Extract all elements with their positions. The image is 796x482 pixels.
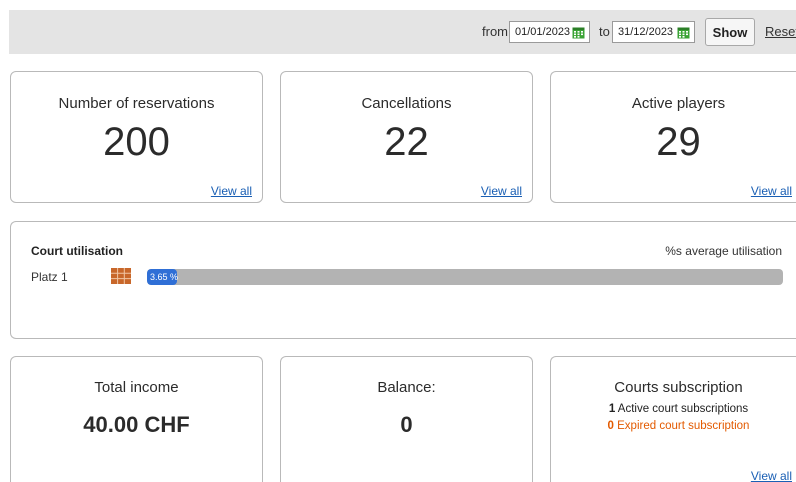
active-players-card: Active players 29 View all — [550, 71, 796, 203]
expired-subscriptions-line: 0 Expired court subscription — [551, 420, 796, 432]
utilisation-progress-bar: 3.65 % — [147, 269, 783, 285]
court-name: Platz 1 — [31, 270, 68, 284]
card-title: Courts subscription — [614, 379, 743, 396]
reservations-card: Number of reservations 200 View all — [10, 71, 263, 203]
active-subscriptions-line: 1 Active court subscriptions — [551, 403, 796, 415]
reservations-count: 200 — [103, 120, 170, 164]
cancellations-card: Cancellations 22 View all — [280, 71, 533, 203]
active-subscriptions-count: 1 — [608, 403, 616, 415]
total-income-value: 40.00 CHF — [83, 412, 190, 437]
average-utilisation-label: %s average utilisation — [665, 244, 782, 258]
utilisation-progress-fill: 3.65 % — [147, 269, 178, 285]
view-all-players-link[interactable]: View all — [751, 184, 792, 198]
show-button[interactable]: Show — [705, 18, 755, 46]
active-subscriptions-text: Active court subscriptions — [617, 403, 749, 415]
from-date-input[interactable]: 01/01/2023 — [509, 21, 590, 43]
card-title: Cancellations — [361, 95, 452, 112]
card-title: Active players — [631, 95, 726, 112]
calendar-icon[interactable] — [677, 26, 690, 39]
calendar-icon[interactable] — [572, 26, 585, 39]
view-all-reservations-link[interactable]: View all — [211, 184, 252, 198]
balance-card: Balance: 0 — [280, 356, 533, 482]
to-date-value: 31/12/2023 — [618, 26, 674, 38]
expired-subscriptions-text: Expired court subscription — [617, 420, 750, 432]
reset-link[interactable]: Reset — [765, 24, 796, 39]
card-title: Number of reservations — [58, 95, 215, 112]
courts-subscription-card: Courts subscription 1 Active court subsc… — [550, 356, 796, 482]
view-all-cancellations-link[interactable]: View all — [481, 184, 522, 198]
expired-subscriptions-count: 0 — [607, 420, 614, 432]
utilisation-title: Court utilisation — [31, 244, 123, 258]
to-date-input[interactable]: 31/12/2023 — [612, 21, 695, 43]
court-utilisation-panel: Court utilisation %s average utilisation… — [10, 221, 796, 339]
date-filter-bar: from 01/01/2023 to 31/12/2023 Show Reset — [9, 10, 796, 54]
court-icon — [111, 268, 131, 284]
total-income-card: Total income 40.00 CHF — [10, 356, 263, 482]
card-title: Total income — [94, 379, 179, 396]
from-date-value: 01/01/2023 — [515, 26, 571, 38]
to-label: to — [599, 24, 610, 39]
view-all-subscriptions-link[interactable]: View all — [751, 469, 792, 482]
card-title: Balance: — [377, 379, 436, 396]
from-label: from — [482, 24, 508, 39]
players-count: 29 — [656, 120, 701, 164]
cancellations-count: 22 — [384, 120, 429, 164]
balance-value: 0 — [400, 412, 413, 437]
